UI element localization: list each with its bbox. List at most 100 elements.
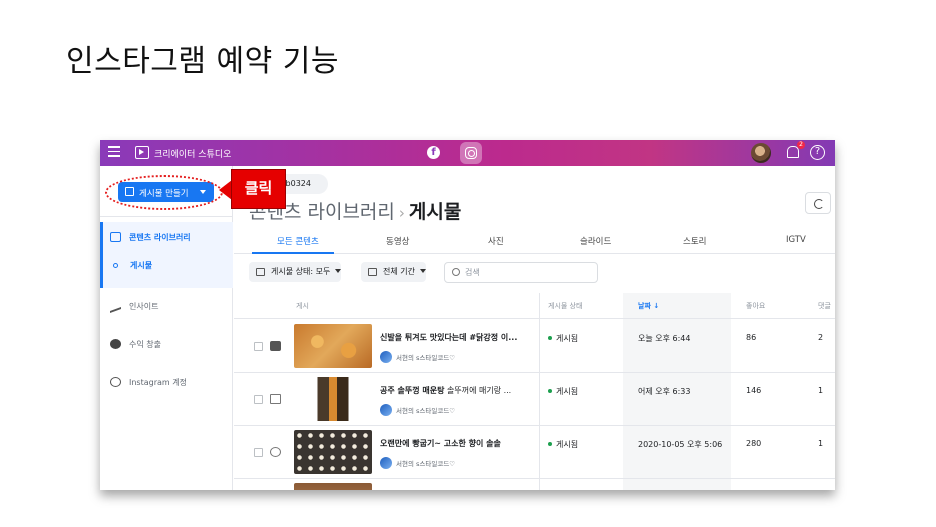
filter-bar: 게시물 상태: 모두 전체 기간 검색	[234, 259, 835, 283]
post-date: 어제 오후 6:33	[638, 387, 691, 396]
divider	[100, 216, 233, 217]
sidebar-item-label: 게시물	[130, 261, 153, 270]
menu-icon[interactable]	[108, 146, 120, 158]
video-icon	[270, 341, 281, 351]
post-thumbnail[interactable]	[294, 377, 372, 421]
post-date: 2020-10-05 오후 5:06	[638, 440, 723, 449]
post-author: 서현의 s스타일코드♡	[380, 404, 456, 416]
post-thumbnail[interactable]	[294, 324, 372, 368]
post-title[interactable]: 공주 솔뚜껑 매운탕 솔뚜꺼에 매기랑 ...	[380, 385, 511, 396]
status-dot	[548, 389, 552, 393]
status-filter[interactable]: 게시물 상태: 모두	[249, 262, 342, 282]
table-row[interactable]: 오랜만에 빵굽기~ 고소한 향이 솔솔 서현의 s스타일코드♡ 게시됨 2020…	[234, 426, 835, 479]
row-checkbox[interactable]	[254, 395, 263, 404]
search-input[interactable]: 검색	[444, 262, 598, 283]
sidebar-item-label: 인사이트	[129, 302, 159, 311]
author-avatar	[380, 457, 392, 469]
status-dot	[548, 442, 552, 446]
status-filter-label: 게시물 상태: 모두	[271, 267, 331, 276]
post-comments: 1	[818, 439, 824, 448]
post-comments: 1	[818, 386, 824, 395]
period-filter-label: 전체 기간	[383, 267, 415, 276]
sidebar-item-label: Instagram 계정	[129, 378, 187, 387]
table-row[interactable]: 신발을 튀겨도 맛있다는데 #닭강정 이... 서현의 s스타일코드♡ 게시됨 …	[234, 320, 835, 373]
period-filter[interactable]: 전체 기간	[361, 262, 426, 282]
main-content: gjib0324 콘텐츠 라이브러리 › 게시물 모든 콘텐츠 동영상 사진 슬라이…	[234, 166, 835, 490]
row-checkbox[interactable]	[254, 342, 263, 351]
status-dot	[548, 336, 552, 340]
help-icon[interactable]: ?	[810, 145, 825, 160]
tab-slide[interactable]: 슬라이드	[580, 235, 611, 247]
post-status: 게시됨	[548, 439, 578, 450]
post-date: 오늘 오후 6:44	[638, 334, 691, 343]
sidebar-item-label: 수익 창출	[129, 340, 161, 349]
refresh-button[interactable]	[805, 192, 831, 214]
library-icon	[110, 232, 121, 242]
breadcrumb-separator: ›	[398, 204, 405, 222]
table-header: 게시 게시물 상태 날짜 ↓ 좋아요 댓글	[234, 293, 835, 319]
row-checkbox[interactable]	[254, 448, 263, 457]
app-title: 크리에이터 스튜디오	[154, 150, 232, 160]
page-title: 게시물	[408, 201, 462, 223]
post-author: 서현의 s스타일코드♡	[380, 351, 456, 363]
column-header-status[interactable]: 게시물 상태	[548, 301, 582, 311]
author-avatar	[380, 351, 392, 363]
status-text: 게시됨	[556, 334, 579, 343]
tab-photo[interactable]: 사진	[488, 235, 504, 247]
sidebar-item-monetization[interactable]: 수익 창출	[110, 339, 161, 350]
search-placeholder: 검색	[465, 268, 480, 277]
sidebar-item-instagram-account[interactable]: Instagram 계정	[110, 377, 187, 388]
post-status: 게시됨	[548, 333, 578, 344]
instagram-icon[interactable]	[460, 142, 482, 164]
avatar[interactable]	[751, 143, 771, 163]
calendar-icon	[256, 268, 265, 276]
instagram-account-icon	[110, 377, 121, 387]
igtv-icon	[270, 394, 281, 404]
post-title-main: 신발을 튀겨도 맛있다는데 #닭강정 이...	[380, 333, 518, 342]
facebook-icon[interactable]: f	[427, 146, 440, 159]
tab-all-content[interactable]: 모든 콘텐츠	[277, 235, 319, 247]
chevron-down-icon	[335, 269, 342, 273]
sidebar-item-insights[interactable]: 인사이트	[110, 298, 159, 314]
post-thumbnail[interactable]	[294, 483, 372, 490]
insights-icon	[110, 298, 121, 314]
monetization-icon	[110, 339, 121, 349]
post-likes: 146	[746, 386, 762, 395]
author-avatar	[380, 404, 392, 416]
post-likes: 86	[746, 333, 757, 342]
sidebar-item-label: 콘텐츠 라이브러리	[129, 233, 191, 242]
table-row[interactable]: 공주 솔뚜껑 매운탕 솔뚜꺼에 매기랑 ... 서현의 s스타일코드♡ 게시됨 …	[234, 373, 835, 426]
sidebar: 게시물 만들기 콘텐츠 라이브러리 게시물 인사이트 수익 창출 Instagr…	[100, 166, 233, 490]
post-title-rest: 솔뚜꺼에 매기랑 ...	[444, 386, 512, 395]
tab-video[interactable]: 동영상	[386, 235, 409, 247]
creator-studio-screenshot: 크리에이터 스튜디오 f 2 ? 게시물 만들기 콘텐츠 라이브러리 게시물 인…	[100, 140, 835, 490]
sidebar-item-content-library[interactable]: 콘텐츠 라이브러리	[110, 232, 191, 243]
dot-icon	[113, 263, 118, 268]
post-status: 게시됨	[548, 386, 578, 397]
bell-icon[interactable]	[786, 145, 799, 159]
author-name: 서현의 s스타일코드♡	[396, 407, 456, 415]
search-icon	[452, 268, 460, 276]
post-title-main: 공주 솔뚜껑 매운탕	[380, 386, 445, 395]
calendar-icon	[368, 268, 377, 276]
table-row[interactable]	[234, 479, 835, 490]
highlight-ring	[105, 175, 223, 210]
post-title[interactable]: 신발을 튀겨도 맛있다는데 #닭강정 이...	[380, 332, 517, 343]
column-header-likes[interactable]: 좋아요	[746, 301, 765, 311]
post-thumbnail[interactable]	[294, 430, 372, 474]
sidebar-item-posts[interactable]: 게시물	[110, 260, 152, 271]
author-name: 서현의 s스타일코드♡	[396, 460, 456, 468]
status-text: 게시됨	[556, 440, 579, 449]
column-header-post: 게시	[296, 302, 309, 310]
author-name: 서현의 s스타일코드♡	[396, 354, 456, 362]
post-author: 서현의 s스타일코드♡	[380, 457, 456, 469]
status-text: 게시됨	[556, 387, 579, 396]
tab-igtv[interactable]: IGTV	[786, 235, 806, 245]
tab-story[interactable]: 스토리	[683, 235, 706, 247]
creator-studio-logo-icon	[135, 146, 149, 159]
top-bar: 크리에이터 스튜디오 f 2 ?	[100, 140, 835, 166]
post-title[interactable]: 오랜만에 빵굽기~ 고소한 향이 솔솔	[380, 438, 501, 449]
post-title-main: 오랜만에 빵굽기~ 고소한 향이 솔솔	[380, 439, 501, 448]
column-header-date[interactable]: 날짜 ↓	[638, 301, 659, 311]
column-header-comments[interactable]: 댓글	[818, 301, 831, 311]
